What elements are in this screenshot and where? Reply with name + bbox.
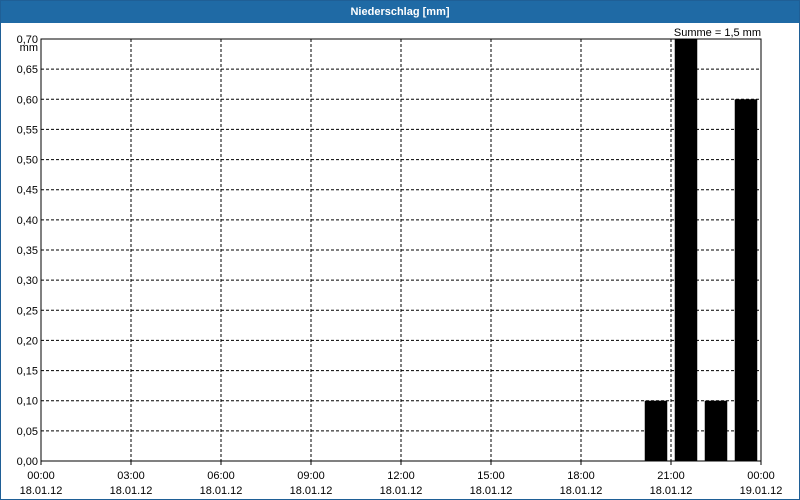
y-tick-label: 0,60 — [17, 94, 38, 106]
y-tick-label: 0,00 — [17, 456, 38, 468]
chart-window: Niederschlag [mm] 0,00 0,05 0,10 0,15 0,20 0,… — [0, 0, 800, 500]
x-tick-time: 15:00 — [477, 470, 505, 482]
precipitation-bar — [674, 39, 698, 461]
x-tick-time: 21:00 — [657, 470, 685, 482]
x-tick-time: 12:00 — [387, 470, 415, 482]
precipitation-bar — [644, 400, 668, 461]
precipitation-bar — [704, 400, 728, 461]
x-tick-date: 18.01.12 — [650, 485, 693, 497]
x-tick-time: 09:00 — [297, 470, 325, 482]
y-tick-label: 0,50 — [17, 155, 38, 167]
y-tick-label: 0,40 — [17, 215, 38, 227]
y-tick-label: 0,65 — [17, 64, 38, 76]
y-tick-label: 0,20 — [17, 335, 38, 347]
y-tick-label: 0,55 — [17, 124, 38, 136]
x-tick-date: 18.01.12 — [200, 485, 243, 497]
y-tick-label: 0,30 — [17, 275, 38, 287]
y-tick-label: 0,45 — [17, 185, 38, 197]
x-tick-date: 19.01.12 — [740, 485, 783, 497]
x-tick-date: 18.01.12 — [470, 485, 513, 497]
x-tick-date: 18.01.12 — [110, 485, 153, 497]
x-tick-time: 06:00 — [207, 470, 235, 482]
y-axis-unit: mm — [20, 42, 38, 54]
precipitation-chart: 0,00 0,05 0,10 0,15 0,20 0,25 0,30 0,35 0,40 0,45… — [17, 27, 783, 497]
x-tick-date: 18.01.12 — [20, 485, 63, 497]
x-tick-date: 18.01.12 — [290, 485, 333, 497]
x-tick-time: 00:00 — [27, 470, 55, 482]
y-tick-label: 0,25 — [17, 305, 38, 317]
y-tick-label: 0,05 — [17, 426, 38, 438]
x-tick-date: 18.01.12 — [380, 485, 423, 497]
sum-annotation: Summe = 1,5 mm — [674, 27, 761, 39]
y-tick-label: 0,15 — [17, 366, 38, 378]
x-tick-time: 03:00 — [117, 470, 145, 482]
x-tick-time: 00:00 — [747, 470, 775, 482]
y-tick-label: 0,10 — [17, 396, 38, 408]
y-tick-label: 0,35 — [17, 245, 38, 257]
x-tick-date: 18.01.12 — [560, 485, 603, 497]
precipitation-bar — [734, 99, 758, 462]
x-tick-time: 18:00 — [567, 470, 595, 482]
